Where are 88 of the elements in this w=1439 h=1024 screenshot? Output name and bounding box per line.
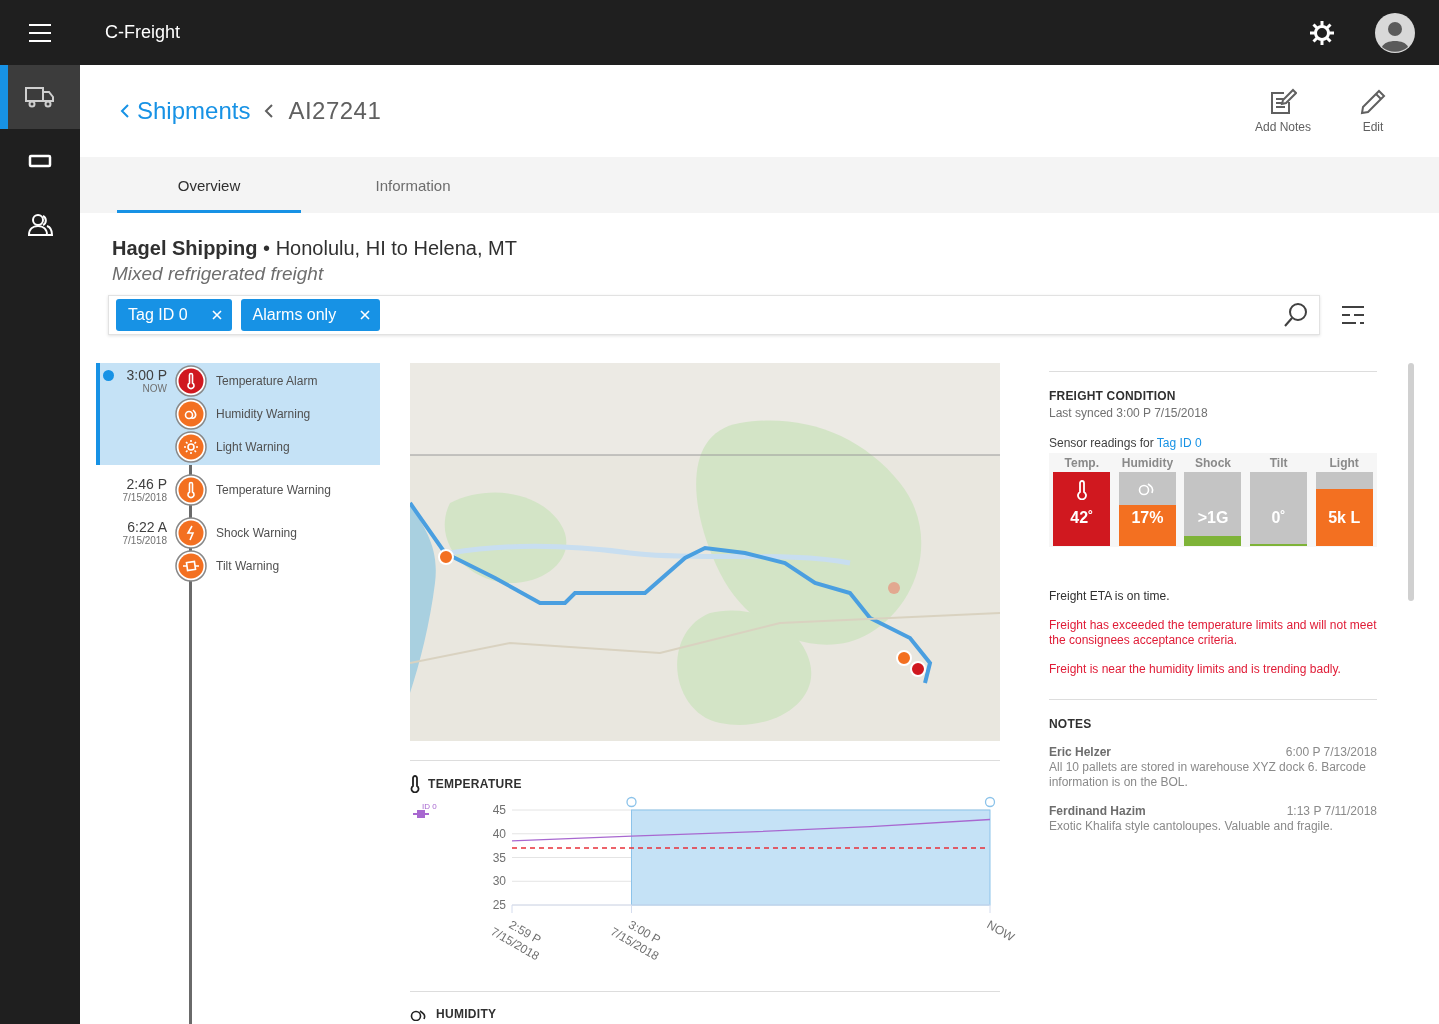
tab[interactable]: Information xyxy=(301,157,525,213)
event-date: 7/15/2018 xyxy=(122,535,167,546)
timeline-group[interactable]: 6:22 A 7/15/2018 Shock Warning Tilt Warning xyxy=(96,515,380,584)
tab[interactable]: Overview xyxy=(117,157,301,213)
tag-link[interactable]: Tag ID 0 xyxy=(1156,436,1202,450)
current-dot-icon xyxy=(103,370,114,381)
event-label: Humidity Warning xyxy=(216,406,311,421)
section-title: NOTES xyxy=(1049,717,1093,731)
sensor-value: 42˚ xyxy=(1069,509,1095,527)
header-action-button[interactable]: Add Notes xyxy=(1254,88,1311,134)
event-date: NOW xyxy=(142,383,167,394)
sensor-label: Tilt xyxy=(1269,456,1288,472)
event-time: 2:46 P xyxy=(126,476,167,492)
y-tick-label: 25 xyxy=(492,898,506,912)
people-icon xyxy=(27,213,53,237)
truck-icon xyxy=(25,85,55,109)
close-icon[interactable] xyxy=(211,310,222,320)
note-time: 6:00 P 7/13/2018 xyxy=(1285,745,1377,759)
tilt-alert-icon xyxy=(175,549,207,582)
sensor-value: 17% xyxy=(1130,509,1165,527)
chart-title: HUMIDITY xyxy=(436,1007,497,1021)
shipment-title: Hagel Shipping • Honolulu, HI to Helena, MT xyxy=(112,237,518,260)
header-action-button[interactable]: Edit xyxy=(1359,88,1387,134)
sensor-value: 0˚ xyxy=(1270,509,1287,527)
filter-settings-icon[interactable] xyxy=(1342,305,1364,325)
timeline-group[interactable]: 3:00 P NOW Temperature Alarm Humidity Warning Light Warning xyxy=(96,363,380,465)
range-handle[interactable] xyxy=(626,796,637,808)
light-alert-icon xyxy=(175,430,207,463)
chevron-left-icon xyxy=(264,104,275,118)
chevron-left-icon xyxy=(120,104,130,118)
sync-time: Last synced 3:00 P 7/15/2018 xyxy=(1049,406,1209,420)
filter-field[interactable]: Tag ID 0 Alarms only xyxy=(108,295,1320,335)
cargo-description: Mixed refrigerated freight xyxy=(112,263,325,285)
avatar[interactable] xyxy=(1375,12,1415,53)
sensor-value: 5k L xyxy=(1327,509,1362,527)
filter-chip[interactable]: Alarms only xyxy=(240,299,381,331)
readings-label: Sensor readings for xyxy=(1049,436,1154,450)
event-label: Light Warning xyxy=(216,439,290,454)
app-title: C-Freight xyxy=(105,22,180,43)
shipment-id: AI27241 xyxy=(288,97,382,125)
sensor-value: >1G xyxy=(1196,509,1230,527)
event-date: 7/15/2018 xyxy=(122,492,167,503)
event-label: Temperature Warning xyxy=(216,482,331,497)
sensor-label: Temp. xyxy=(1064,456,1099,472)
section-title: FREIGHT CONDITION xyxy=(1049,389,1177,403)
humidity-icon xyxy=(410,1007,428,1021)
note-text: All 10 pallets are stored in warehouse XYZ dock 6. Barcode information is on the BOL. xyxy=(1049,760,1367,790)
sensor-label: Light xyxy=(1329,456,1359,472)
legend-label: ID 0 xyxy=(422,802,437,811)
thermometer-icon xyxy=(410,775,420,793)
note-author: Eric Helzer xyxy=(1049,745,1112,759)
note-time: 1:13 P 7/11/2018 xyxy=(1286,804,1377,818)
event-time: 6:22 A xyxy=(127,519,167,535)
status-message: Freight has exceeded the temperature limits and will not meet the consignees acceptance criteria. xyxy=(1049,618,1377,648)
settings-icon[interactable] xyxy=(1309,19,1335,46)
event-label: Tilt Warning xyxy=(216,558,280,573)
y-tick-label: 45 xyxy=(492,803,506,817)
note-author: Ferdinand Hazim xyxy=(1049,804,1146,818)
scrollbar[interactable] xyxy=(1408,363,1414,601)
legend-marker xyxy=(413,810,429,818)
y-tick-label: 35 xyxy=(492,850,506,865)
event-label: Shock Warning xyxy=(216,525,297,540)
notes-icon xyxy=(1268,88,1297,116)
filter-chip[interactable]: Tag ID 0 xyxy=(116,299,232,331)
sidebar-item[interactable] xyxy=(0,65,80,129)
rectangle-icon xyxy=(28,153,52,169)
status-message: Freight is near the humidity limits and is trending badly. xyxy=(1049,662,1342,677)
temperature-alert-icon xyxy=(175,364,207,397)
shock-alert-icon xyxy=(175,516,207,549)
timeline-group[interactable]: 2:46 P 7/15/2018 Temperature Warning xyxy=(96,472,380,508)
y-tick-label: 30 xyxy=(492,874,506,889)
note-text: Exotic Khalifa style cantoloupes. Valuable and fragile. xyxy=(1049,819,1334,834)
pencil-icon xyxy=(1359,88,1387,116)
sensor-label: Humidity xyxy=(1121,456,1174,472)
close-icon[interactable] xyxy=(360,310,371,320)
event-time: 3:00 P xyxy=(126,367,167,383)
chart-title: TEMPERATURE xyxy=(428,777,522,791)
temperature-alert-icon xyxy=(175,473,207,506)
y-tick-label: 40 xyxy=(492,826,506,841)
search-icon[interactable] xyxy=(1283,302,1309,328)
event-label: Temperature Alarm xyxy=(216,373,318,388)
menu-icon[interactable] xyxy=(29,23,51,42)
sensor-label: Shock xyxy=(1194,456,1231,472)
status-message: Freight ETA is on time. xyxy=(1049,589,1171,604)
humidity-alert-icon xyxy=(175,397,207,430)
thermometer-icon xyxy=(1075,480,1088,500)
range-handle[interactable] xyxy=(984,796,996,808)
breadcrumb-link[interactable]: Shipments xyxy=(120,97,251,125)
